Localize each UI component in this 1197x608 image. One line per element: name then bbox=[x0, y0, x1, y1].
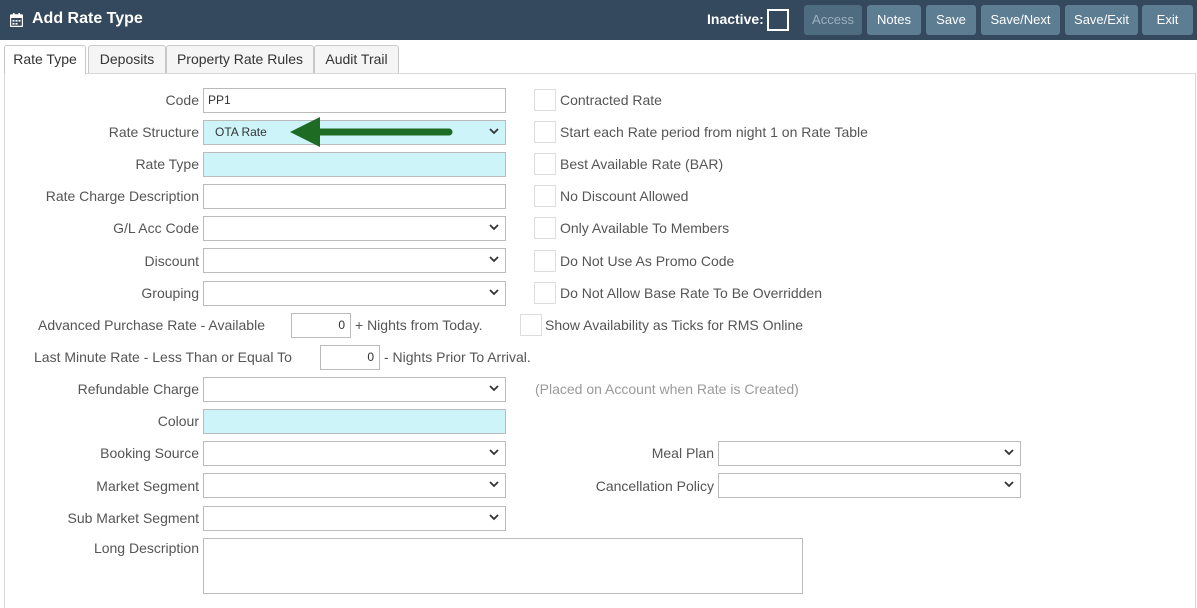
rate-structure-select[interactable]: OTA Rate bbox=[203, 120, 506, 145]
chevron-down-icon bbox=[489, 449, 499, 456]
save-next-button[interactable]: Save/Next bbox=[981, 5, 1060, 35]
do-not-allow-base-rate-override-checkbox[interactable] bbox=[534, 282, 556, 304]
discount-select[interactable] bbox=[203, 248, 506, 273]
code-input[interactable]: PP1 bbox=[203, 88, 506, 113]
chevron-down-icon bbox=[489, 481, 499, 488]
cancellation-policy-label: Cancellation Policy bbox=[595, 478, 714, 494]
chevron-down-icon bbox=[489, 256, 499, 263]
market-segment-label: Market Segment bbox=[96, 478, 199, 494]
meal-plan-label: Meal Plan bbox=[651, 445, 714, 461]
market-segment-select[interactable] bbox=[203, 473, 506, 498]
chevron-down-icon bbox=[489, 385, 499, 392]
inactive-label: Inactive: bbox=[707, 11, 764, 27]
cancellation-policy-select[interactable] bbox=[718, 473, 1021, 498]
best-available-rate-label: Best Available Rate (BAR) bbox=[560, 156, 724, 172]
show-availability-ticks-checkbox[interactable] bbox=[520, 314, 542, 336]
rate-structure-value: OTA Rate bbox=[215, 125, 267, 139]
best-available-rate-checkbox[interactable] bbox=[534, 153, 556, 175]
rate-structure-label: Rate Structure bbox=[108, 124, 199, 140]
last-minute-input[interactable]: 0 bbox=[320, 345, 380, 370]
chevron-down-icon bbox=[1004, 481, 1014, 488]
calendar-icon bbox=[10, 13, 23, 27]
start-each-rate-period-label: Start each Rate period from night 1 on R… bbox=[560, 124, 868, 140]
discount-label: Discount bbox=[144, 253, 199, 269]
access-button[interactable]: Access bbox=[804, 5, 862, 35]
long-description-label: Long Description bbox=[93, 540, 199, 556]
do-not-allow-base-rate-override-label: Do Not Allow Base Rate To Be Overridden bbox=[560, 285, 822, 301]
sub-market-segment-label: Sub Market Segment bbox=[67, 510, 199, 526]
gl-acc-code-select[interactable] bbox=[203, 216, 506, 241]
do-not-use-as-promo-code-checkbox[interactable] bbox=[534, 250, 556, 272]
chevron-down-icon bbox=[489, 128, 499, 135]
chevron-down-icon bbox=[489, 289, 499, 296]
show-availability-ticks-label: Show Availability as Ticks for RMS Onlin… bbox=[545, 317, 804, 333]
no-discount-allowed-label: No Discount Allowed bbox=[560, 188, 689, 204]
rate-type-label: Rate Type bbox=[135, 156, 199, 172]
advanced-purchase-label: Advanced Purchase Rate - Available bbox=[38, 317, 265, 333]
grouping-select[interactable] bbox=[203, 281, 506, 306]
gl-acc-code-label: G/L Acc Code bbox=[113, 220, 199, 236]
chevron-down-icon bbox=[489, 514, 499, 521]
contracted-rate-checkbox[interactable] bbox=[534, 89, 556, 111]
notes-button[interactable]: Notes bbox=[867, 5, 921, 35]
page-title: Add Rate Type bbox=[32, 10, 143, 27]
form-panel bbox=[4, 73, 1196, 608]
code-label: Code bbox=[165, 92, 199, 108]
inactive-checkbox[interactable] bbox=[767, 9, 789, 31]
colour-label: Colour bbox=[157, 413, 199, 429]
tab-audit-trail[interactable]: Audit Trail bbox=[314, 45, 399, 74]
chevron-down-icon bbox=[489, 224, 499, 231]
rate-charge-description-label: Rate Charge Description bbox=[45, 188, 199, 204]
chevron-down-icon bbox=[1004, 449, 1014, 456]
advanced-purchase-suffix: + Nights from Today. bbox=[355, 317, 483, 333]
no-discount-allowed-checkbox[interactable] bbox=[534, 185, 556, 207]
save-button[interactable]: Save bbox=[926, 5, 976, 35]
long-description-textarea[interactable] bbox=[203, 538, 803, 594]
only-available-to-members-checkbox[interactable] bbox=[534, 217, 556, 239]
grouping-label: Grouping bbox=[141, 285, 199, 301]
tab-deposits[interactable]: Deposits bbox=[88, 45, 166, 74]
refundable-charge-select[interactable] bbox=[203, 377, 506, 402]
do-not-use-as-promo-code-label: Do Not Use As Promo Code bbox=[560, 253, 735, 269]
only-available-to-members-label: Only Available To Members bbox=[560, 220, 730, 236]
sub-market-segment-select[interactable] bbox=[203, 506, 506, 531]
contracted-rate-label: Contracted Rate bbox=[560, 92, 662, 108]
rate-type-input[interactable] bbox=[203, 152, 506, 177]
booking-source-label: Booking Source bbox=[100, 445, 199, 461]
last-minute-label: Last Minute Rate - Less Than or Equal To bbox=[34, 349, 292, 365]
colour-input[interactable] bbox=[203, 409, 506, 434]
booking-source-select[interactable] bbox=[203, 441, 506, 466]
exit-button[interactable]: Exit bbox=[1142, 5, 1193, 35]
last-minute-suffix: - Nights Prior To Arrival. bbox=[384, 349, 531, 365]
advanced-purchase-input[interactable]: 0 bbox=[291, 313, 351, 338]
header-bar: Add Rate Type Inactive: Access Notes Sav… bbox=[0, 0, 1197, 40]
refundable-charge-note: (Placed on Account when Rate is Created) bbox=[535, 381, 799, 397]
tab-property-rate-rules[interactable]: Property Rate Rules bbox=[166, 45, 314, 74]
start-each-rate-period-checkbox[interactable] bbox=[534, 121, 556, 143]
refundable-charge-label: Refundable Charge bbox=[77, 381, 199, 397]
rate-charge-description-input[interactable] bbox=[203, 184, 506, 209]
save-exit-button[interactable]: Save/Exit bbox=[1065, 5, 1138, 35]
meal-plan-select[interactable] bbox=[718, 441, 1021, 466]
tab-rate-type[interactable]: Rate Type bbox=[4, 45, 86, 75]
